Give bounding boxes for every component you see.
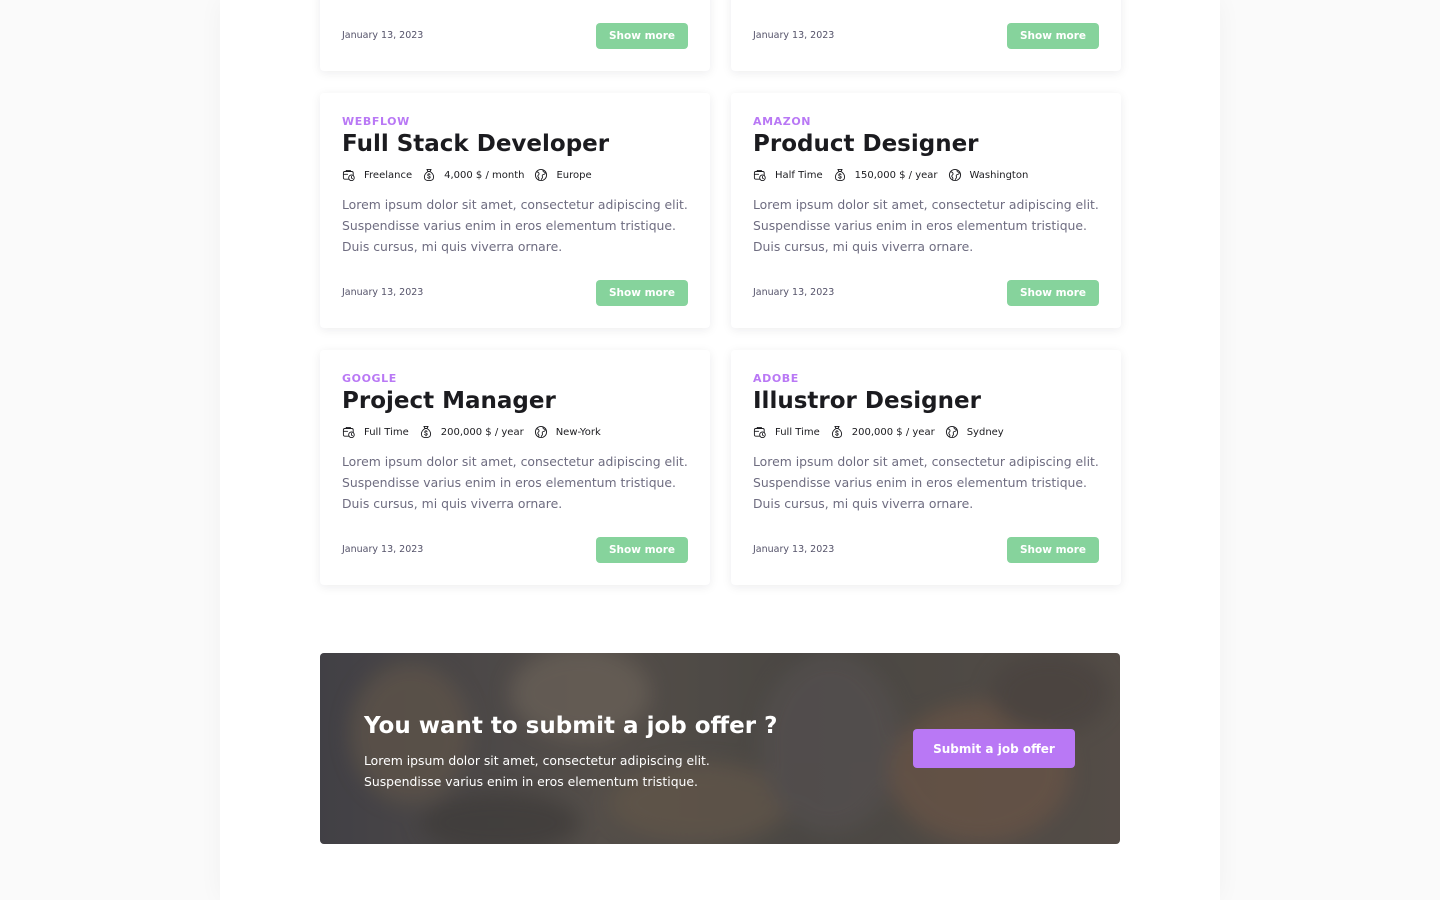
contract-type: Full Time — [364, 426, 409, 438]
calendar-clock-icon — [753, 423, 771, 441]
posted-date: January 13, 2023 — [342, 30, 424, 41]
job-meta: Freelance 4,000 $ / month Europe — [342, 165, 602, 185]
job-description: Lorem ipsum dolor sit amet, consectetur … — [342, 197, 688, 254]
job-meta: Full Time 200,000 $ / year New-York — [342, 422, 611, 442]
salary: 200,000 $ / year — [440, 426, 524, 438]
job-meta: Full Time 200,000 $ / year Sydney — [753, 422, 1014, 442]
job-description: Lorem ipsum dolor sit amet, consectetur … — [753, 197, 1099, 254]
job-card-webflow: WEBFLOW Full Stack Developer Freelance 4… — [320, 93, 710, 328]
job-title: Product Designer — [753, 131, 979, 157]
job-card-adobe: ADOBE Illustror Designer Full Time 200,0… — [731, 350, 1121, 585]
location: Washington — [969, 169, 1029, 181]
posted-date: January 13, 2023 — [753, 544, 835, 555]
company-name: ADOBE — [753, 372, 799, 385]
job-description: Lorem ipsum dolor sit amet, consectetur … — [753, 454, 1099, 511]
show-more-button[interactable]: Show more — [596, 537, 688, 563]
contract-type: Half Time — [775, 169, 823, 181]
money-bag-icon — [422, 166, 440, 184]
job-title: Full Stack Developer — [342, 131, 610, 157]
globe-icon — [945, 423, 963, 441]
job-title: Illustror Designer — [753, 388, 981, 414]
company-name: WEBFLOW — [342, 115, 410, 128]
submit-job-offer-button[interactable]: Submit a job offer — [913, 729, 1075, 768]
job-card-top-left: January 13, 2023 Show more — [320, 0, 710, 71]
location: Sydney — [966, 426, 1004, 438]
posted-date: January 13, 2023 — [753, 287, 835, 298]
job-card-google: GOOGLE Project Manager Full Time 200,000… — [320, 350, 710, 585]
globe-icon — [534, 423, 552, 441]
calendar-clock-icon — [342, 166, 360, 184]
show-more-button[interactable]: Show more — [1007, 280, 1099, 306]
globe-icon — [534, 166, 552, 184]
calendar-clock-icon — [342, 423, 360, 441]
location: Europe — [556, 169, 592, 181]
salary: 150,000 $ / year — [854, 169, 938, 181]
banner-title: You want to submit a job offer ? — [364, 713, 778, 739]
show-more-button[interactable]: Show more — [1007, 23, 1099, 49]
location: New-York — [555, 426, 601, 438]
money-bag-icon — [419, 423, 437, 441]
contract-type: Full Time — [775, 426, 820, 438]
submit-offer-banner: You want to submit a job offer ? Lorem i… — [320, 653, 1120, 844]
show-more-button[interactable]: Show more — [596, 23, 688, 49]
money-bag-icon — [830, 423, 848, 441]
calendar-clock-icon — [753, 166, 771, 184]
banner-text: Lorem ipsum dolor sit amet, consectetur … — [364, 753, 710, 789]
salary: 200,000 $ / year — [851, 426, 935, 438]
posted-date: January 13, 2023 — [753, 30, 835, 41]
posted-date: January 13, 2023 — [342, 287, 424, 298]
job-title: Project Manager — [342, 388, 556, 414]
contract-type: Freelance — [364, 169, 413, 181]
company-name: GOOGLE — [342, 372, 397, 385]
salary: 4,000 $ / month — [444, 169, 525, 181]
globe-icon — [948, 166, 966, 184]
job-card-amazon: AMAZON Product Designer Half Time 150,00… — [731, 93, 1121, 328]
show-more-button[interactable]: Show more — [596, 280, 688, 306]
job-card-top-right: January 13, 2023 Show more — [731, 0, 1121, 71]
job-description: Lorem ipsum dolor sit amet, consectetur … — [342, 454, 688, 511]
show-more-button[interactable]: Show more — [1007, 537, 1099, 563]
company-name: AMAZON — [753, 115, 812, 128]
job-meta: Half Time 150,000 $ / year Washington — [753, 165, 1038, 185]
posted-date: January 13, 2023 — [342, 544, 424, 555]
money-bag-icon — [833, 166, 851, 184]
